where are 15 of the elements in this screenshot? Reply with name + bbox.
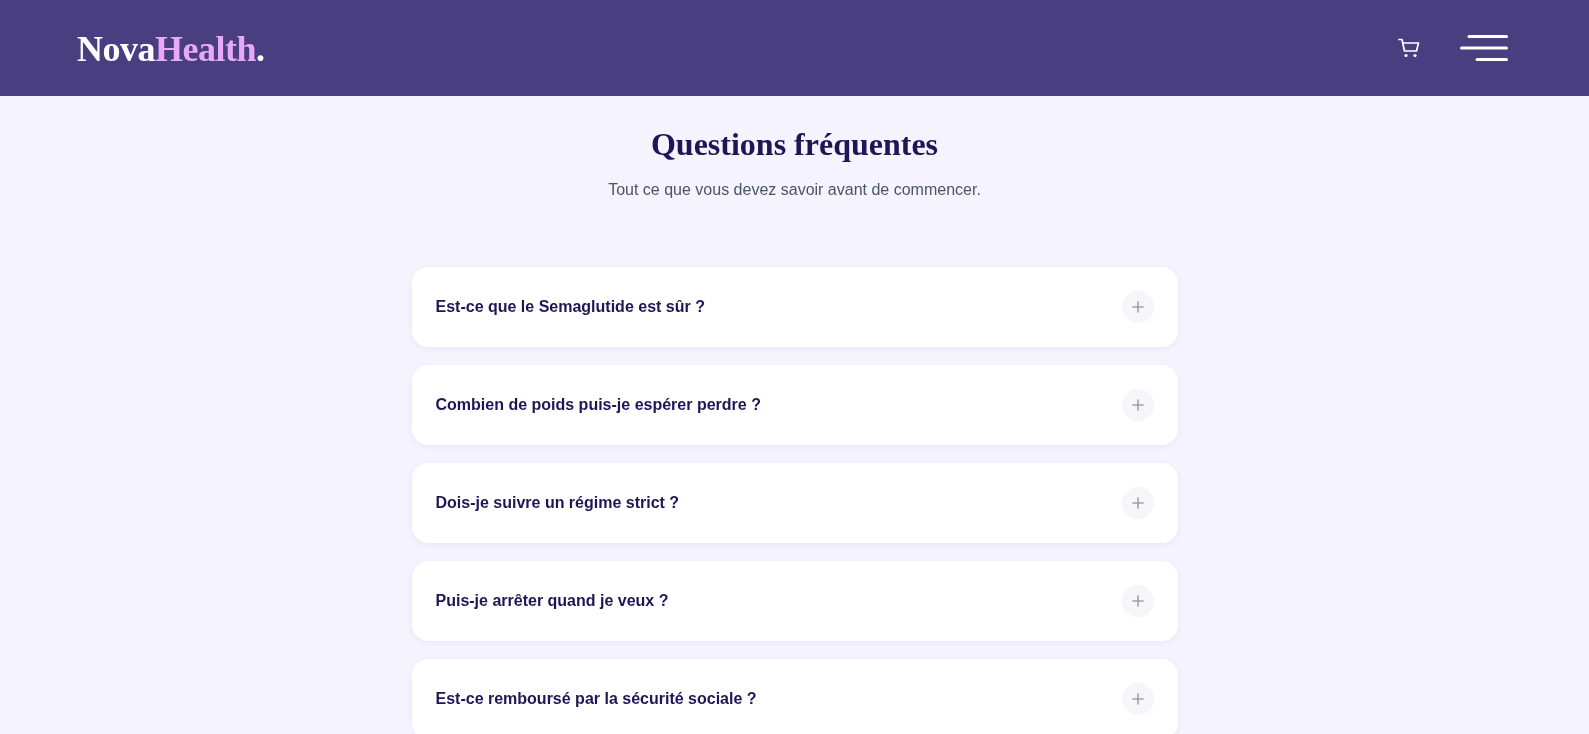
faq-item[interactable]: Est-ce que le Semaglutide est sûr ? [411, 267, 1178, 347]
faq-item[interactable]: Combien de poids puis-je espérer perdre ? [411, 365, 1178, 445]
plus-icon[interactable] [1121, 487, 1154, 519]
faq-item[interactable]: Dois-je suivre un régime strict ? [411, 463, 1178, 543]
cart-icon[interactable] [1398, 38, 1420, 58]
plus-icon[interactable] [1121, 389, 1154, 421]
menu-icon[interactable] [1460, 35, 1508, 61]
section-subtitle: Tout ce que vous devez savoir avant de commencer. [608, 180, 981, 200]
plus-icon[interactable] [1121, 683, 1154, 715]
faq-item[interactable]: Est-ce remboursé par la sécurité sociale ? [411, 659, 1178, 734]
logo[interactable]: NovaHealth. [77, 31, 265, 67]
section-title: Questions fréquentes [650, 125, 939, 164]
faq-item[interactable]: Puis-je arrêter quand je veux ? [411, 561, 1178, 641]
plus-icon[interactable] [1121, 291, 1154, 323]
plus-icon[interactable] [1121, 585, 1154, 617]
